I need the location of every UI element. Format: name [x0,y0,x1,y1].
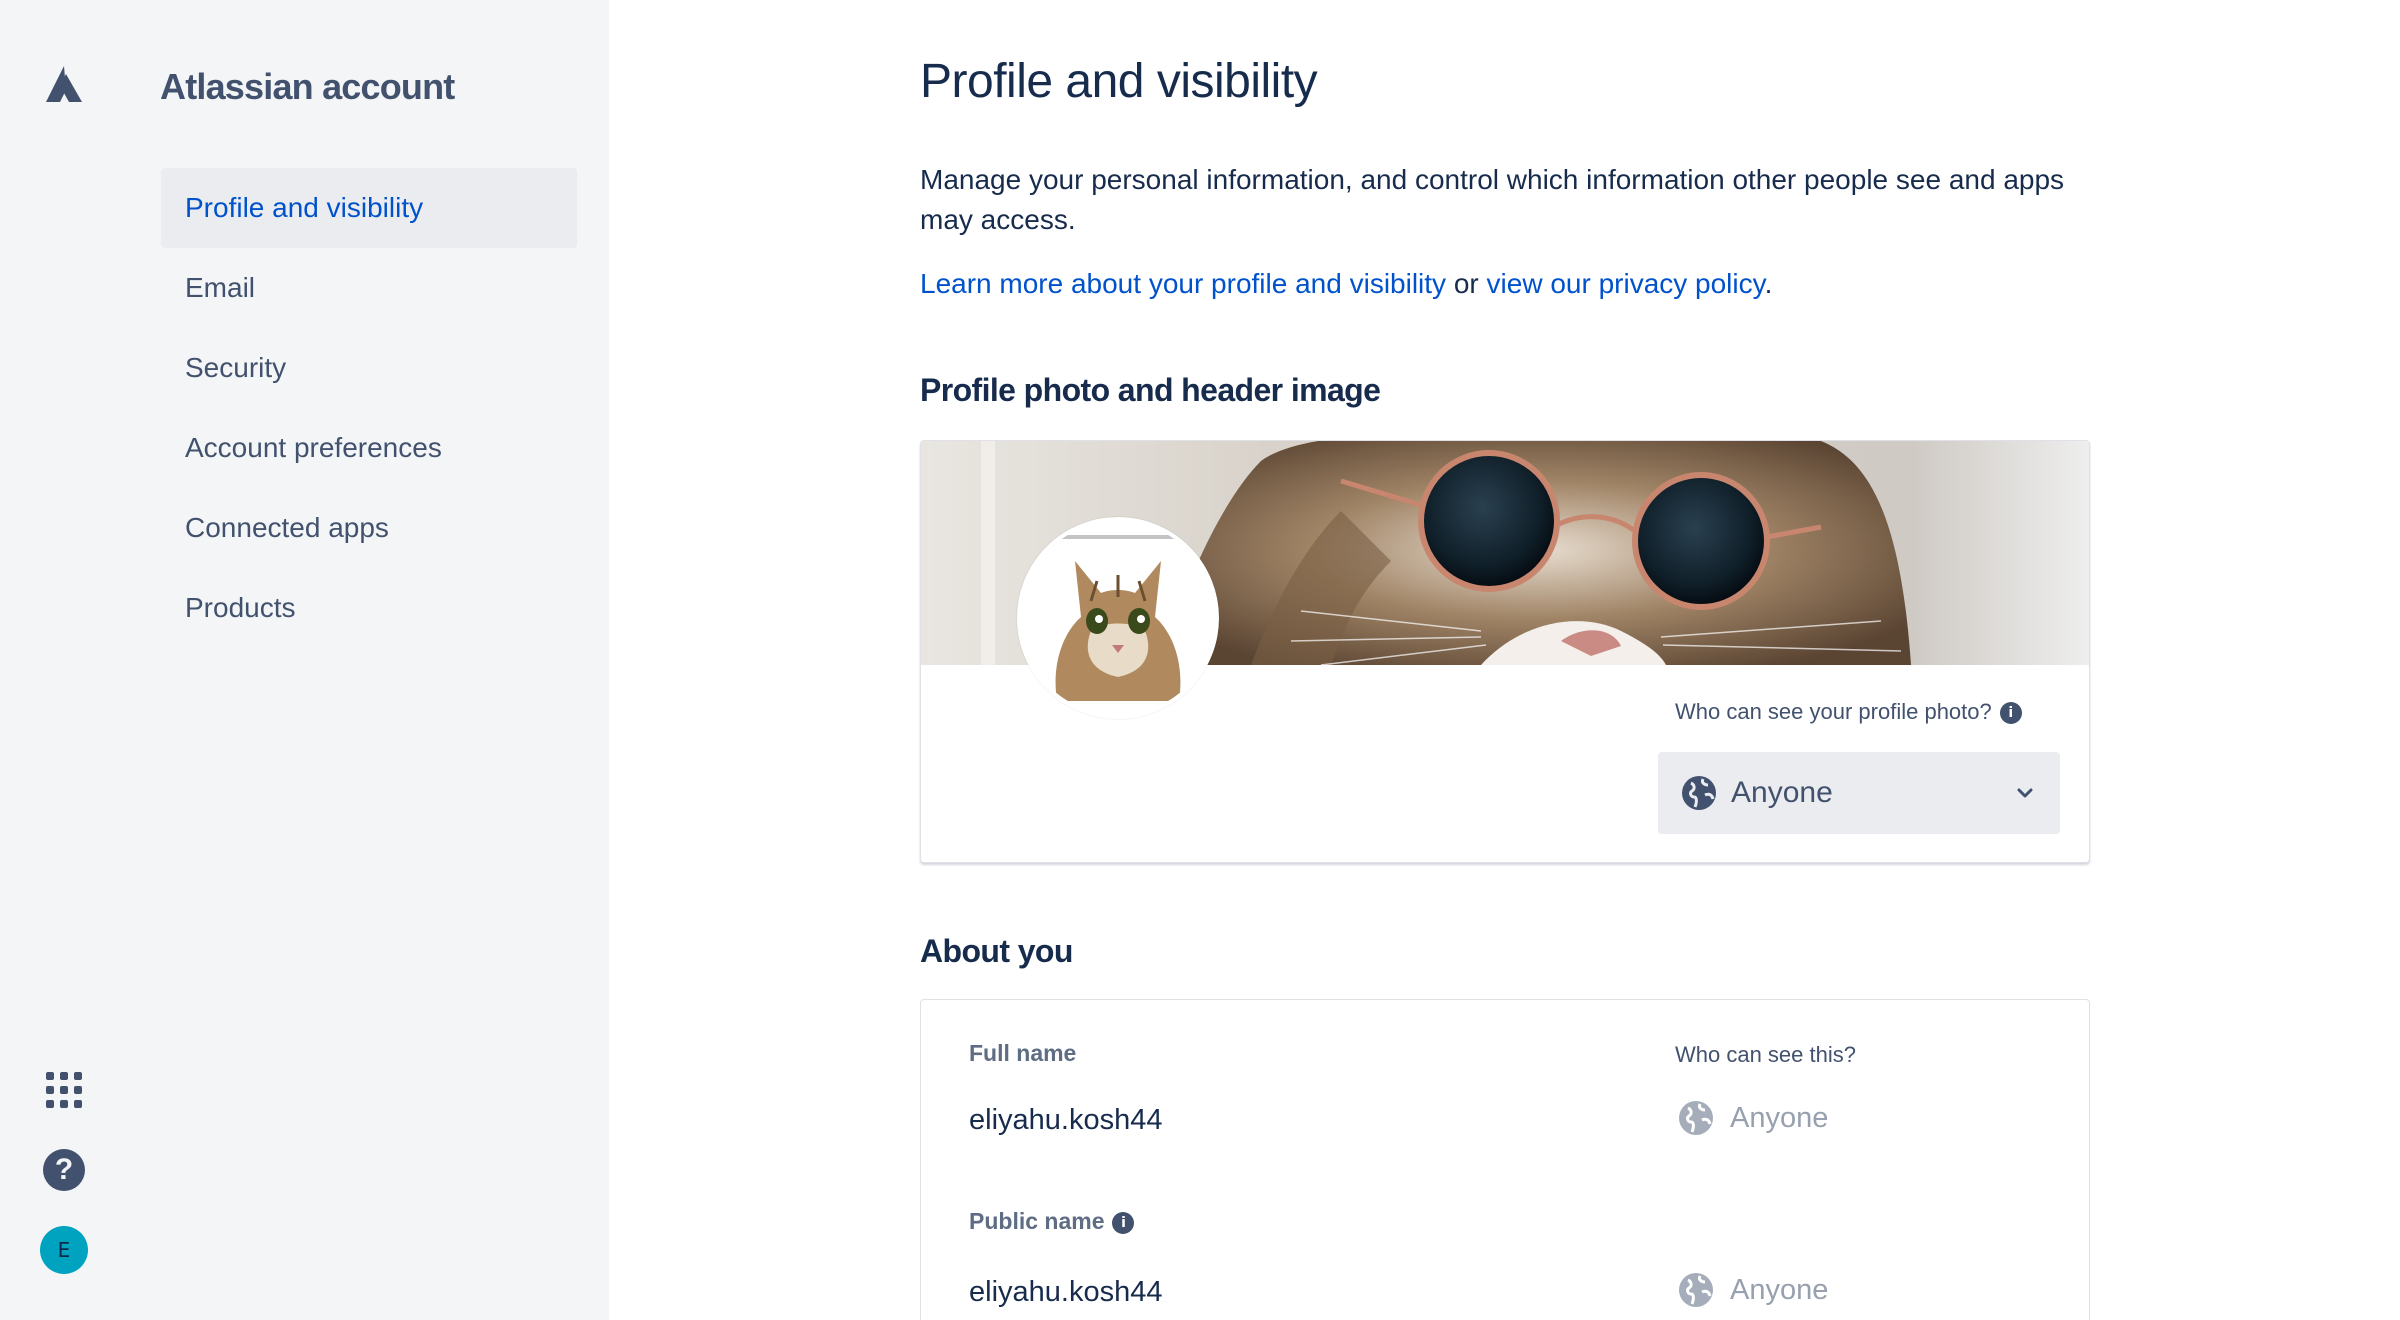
privacy-policy-link[interactable]: view our privacy policy [1487,268,1765,299]
link-period: . [1764,268,1773,299]
app-switcher-icon[interactable] [46,1072,82,1108]
about-section-title: About you [920,933,1073,969]
sidebar-item-products[interactable]: Products [161,568,577,648]
photo-section-title: Profile photo and header image [920,372,1381,408]
sidebar-item-security[interactable]: Security [161,328,577,408]
page-title: Profile and visibility [920,55,1318,108]
globe-icon [1682,776,1716,810]
full-name-visibility-value: Anyone [1730,1102,1829,1134]
sidebar: Atlassian account Profile and visibility… [0,0,609,1320]
help-links: Learn more about your profile and visibi… [920,264,1772,304]
profile-photo-card: Who can see your profile photo? i Anyone [920,440,2090,863]
globe-icon [1679,1101,1713,1135]
avatar[interactable]: E [40,1226,88,1274]
sidebar-item-connected-apps[interactable]: Connected apps [161,488,577,568]
atlassian-logo-icon[interactable] [44,66,84,104]
public-name-field[interactable]: eliyahu.kosh44 [969,1276,1162,1309]
public-name-label-text: Public name [969,1208,1105,1234]
learn-more-link[interactable]: Learn more about your profile and visibi… [920,268,1446,299]
sidebar-item-profile-and-visibility[interactable]: Profile and visibility [161,168,577,248]
cat-avatar-image [1021,521,1215,715]
globe-icon [1679,1273,1713,1307]
link-separator: or [1446,268,1487,299]
info-icon[interactable]: i [1999,702,2022,724]
photo-visibility-select[interactable]: Anyone [1658,752,2060,834]
public-name-visibility-value: Anyone [1730,1274,1829,1306]
full-name-field[interactable]: eliyahu.kosh44 [969,1104,1162,1137]
sidebar-item-account-preferences[interactable]: Account preferences [161,408,577,488]
help-icon[interactable]: ? [43,1149,85,1191]
photo-visibility-label-text: Who can see your profile photo? [1675,699,1992,724]
about-you-card: Full name Who can see this? eliyahu.kosh… [920,999,2090,1320]
info-icon[interactable]: i [1112,1212,1135,1234]
photo-visibility-label: Who can see your profile photo? i [1675,699,2022,725]
profile-photo[interactable] [1017,517,1219,719]
chevron-down-icon [2017,788,2033,798]
sidebar-item-email[interactable]: Email [161,248,577,328]
public-name-label: Public name i [969,1208,1135,1235]
who-can-see-label: Who can see this? [1675,1042,1856,1067]
full-name-label: Full name [969,1040,1077,1066]
sidebar-nav: Profile and visibility Email Security Ac… [161,168,577,648]
app-title: Atlassian account [160,66,455,107]
page-description: Manage your personal information, and co… [920,164,2065,235]
photo-visibility-value: Anyone [1731,776,1833,809]
